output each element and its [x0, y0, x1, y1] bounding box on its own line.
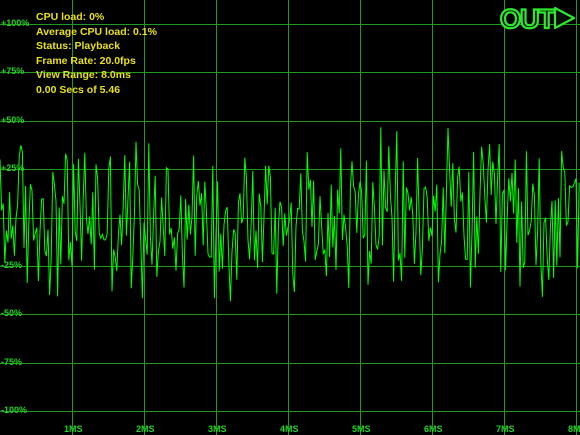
y-tick-label: -50%: [1, 308, 23, 319]
waveform-trace: [0, 127, 580, 302]
out-button[interactable]: OUT: [499, 3, 576, 35]
y-tick-label: +50%: [1, 114, 25, 125]
frame-rate-text: Frame Rate: 20.0fps: [36, 54, 136, 67]
x-tick-label: 4MS: [280, 424, 299, 434]
play-triangle-icon: [553, 6, 576, 30]
playback-status-text: Status: Playback: [36, 40, 121, 53]
x-tick-label: 5MS: [352, 424, 371, 434]
out-button-label: OUT: [500, 5, 556, 31]
y-tick-label: -75%: [1, 356, 23, 367]
playback-position-text: 0.00 Secs of 5.46: [36, 83, 121, 96]
status-overlay: CPU load: 0% Average CPU load: 0.1% Stat…: [36, 10, 157, 98]
y-tick-label: -100%: [1, 405, 28, 415]
y-tick-label: -25%: [1, 259, 23, 270]
x-tick-label: 6MS: [424, 424, 443, 434]
average-cpu-load-text: Average CPU load: 0.1%: [36, 25, 157, 38]
x-tick-label: 8M: [568, 424, 580, 434]
view-range-text: View Range: 8.0ms: [36, 69, 131, 82]
x-tick-label: 2MS: [136, 424, 155, 434]
cpu-load-text: CPU load: 0%: [36, 11, 105, 23]
y-tick-label: +100%: [1, 18, 30, 28]
oscilloscope-view: +100% +75% +50% +25% -25% -50% -75% -100% 1MS 2M…: [0, 0, 580, 435]
x-tick-label: 7MS: [496, 424, 515, 434]
x-tick-label: 1MS: [64, 424, 83, 434]
y-tick-label: +75%: [1, 66, 25, 77]
y-tick-label: +25%: [1, 163, 25, 174]
x-tick-label: 3MS: [208, 424, 227, 434]
